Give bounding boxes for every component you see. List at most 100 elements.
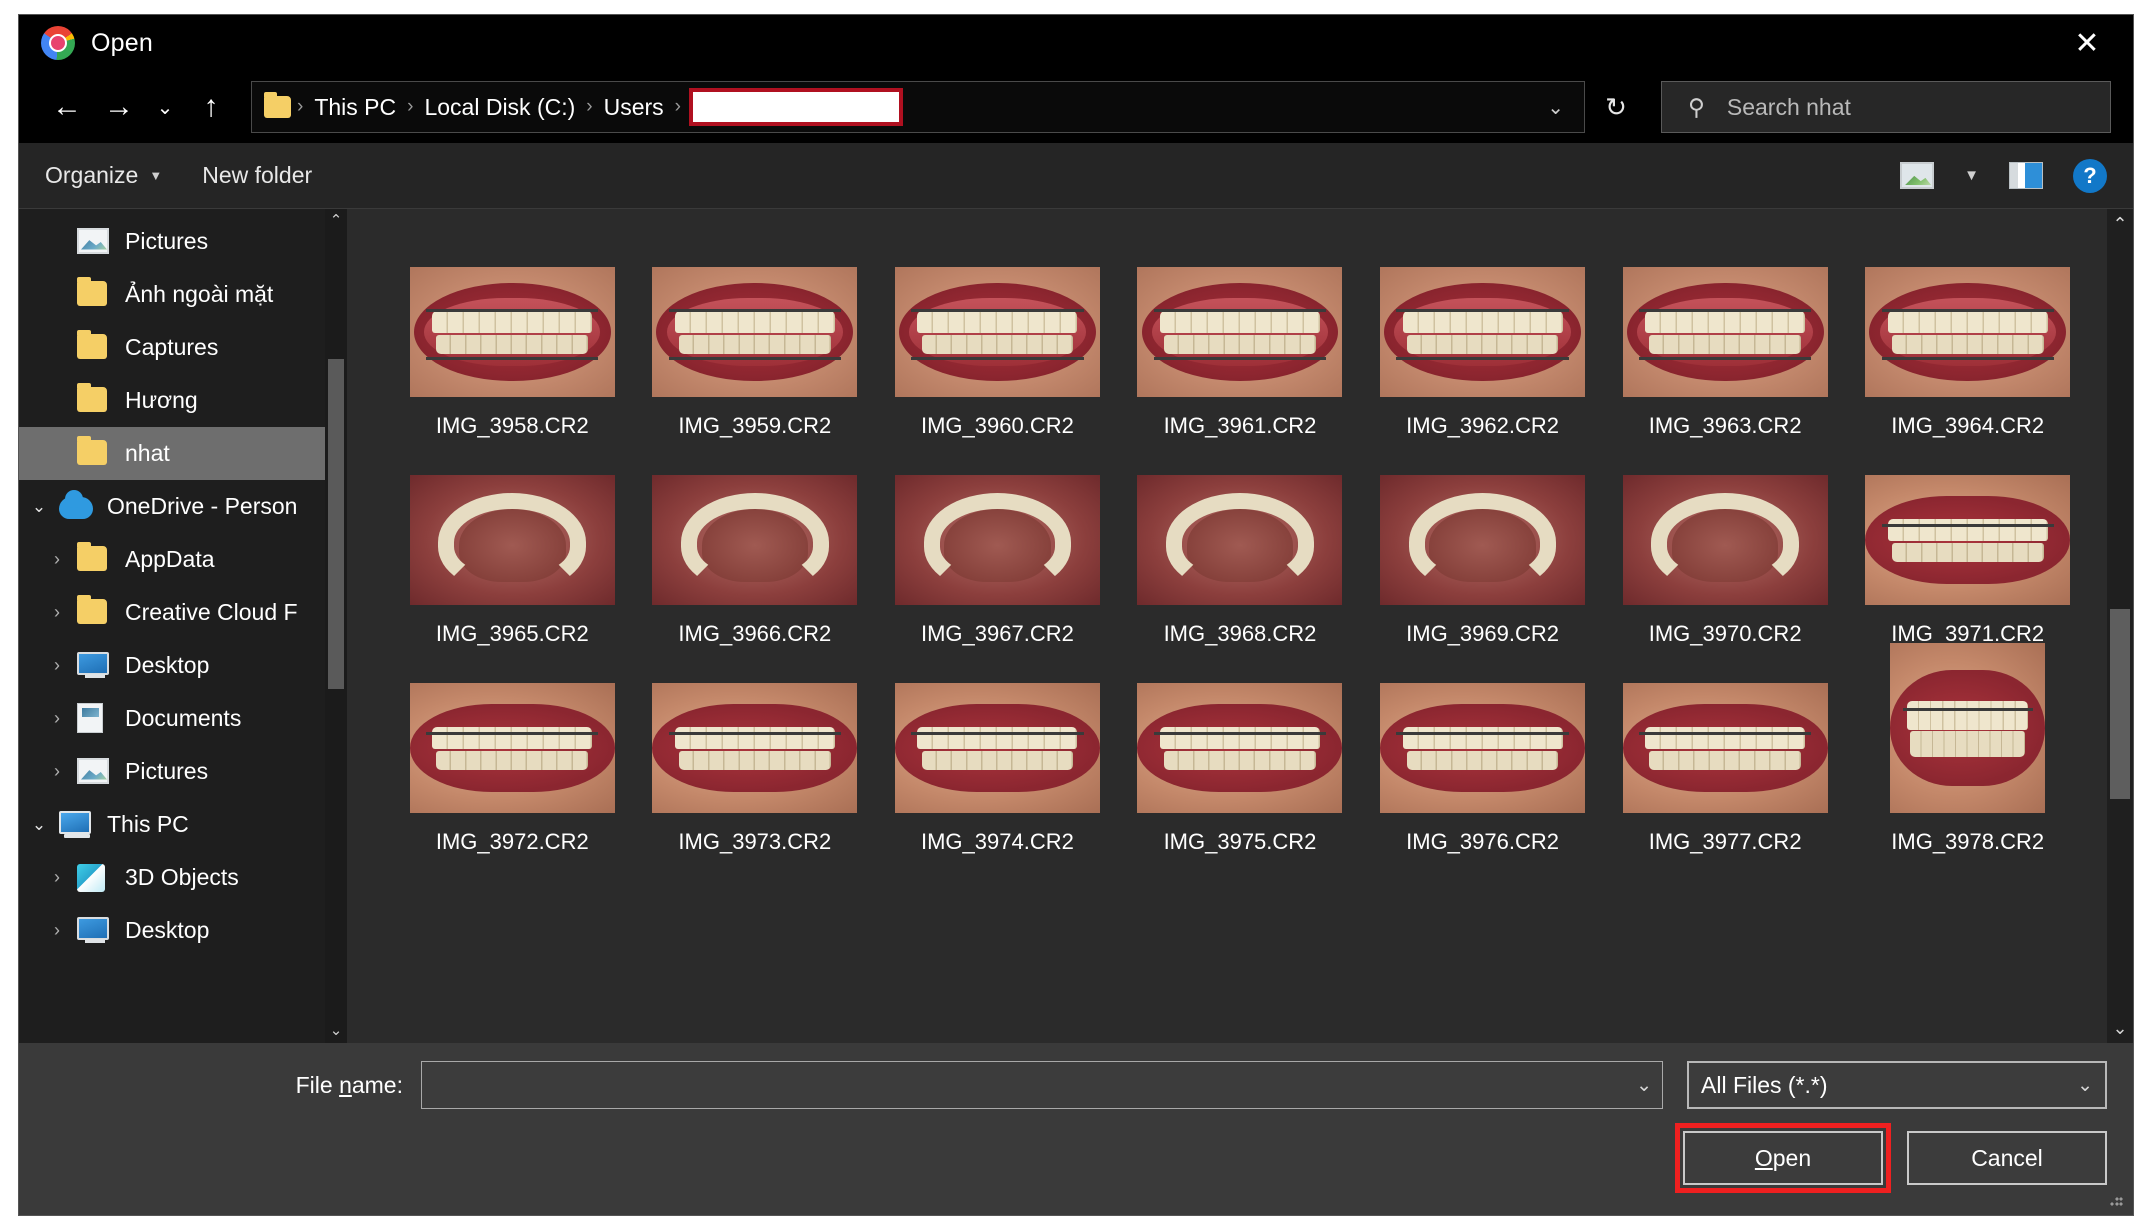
sidebar-item-pictures[interactable]: › Pictures: [19, 745, 347, 798]
forward-button[interactable]: →: [93, 81, 145, 133]
organize-button[interactable]: Organize ▼: [45, 162, 162, 189]
chevron-right-icon[interactable]: ›: [37, 761, 77, 782]
view-icon[interactable]: [1900, 162, 1935, 189]
file-thumbnail[interactable]: [1865, 267, 2071, 397]
chevron-right-icon[interactable]: ›: [37, 655, 77, 676]
chevron-right-icon[interactable]: ›: [37, 867, 77, 888]
chevron-right-icon[interactable]: ›: [37, 920, 77, 941]
sidebar-item-desktop[interactable]: › Desktop: [19, 639, 347, 692]
open-button[interactable]: Open: [1675, 1123, 1891, 1193]
sidebar-item-captures[interactable]: Captures: [19, 321, 347, 374]
cancel-button[interactable]: Cancel: [1907, 1131, 2107, 1185]
file-thumbnail[interactable]: [409, 475, 615, 605]
sidebar-item-this-pc[interactable]: ⌄ This PC: [19, 798, 347, 851]
scroll-down-icon[interactable]: ⌄: [2107, 1013, 2133, 1043]
help-button[interactable]: ?: [2073, 158, 2107, 193]
file-item[interactable]: IMG_3965.CR2: [391, 457, 634, 647]
preview-pane-icon[interactable]: [2009, 162, 2043, 189]
file-thumbnail[interactable]: [409, 683, 615, 813]
chevron-down-icon[interactable]: ⌄: [19, 497, 59, 517]
filename-input[interactable]: ⌄: [421, 1061, 1663, 1109]
file-item[interactable]: IMG_3966.CR2: [634, 457, 877, 647]
file-item[interactable]: IMG_3971.CR2: [1846, 457, 2089, 647]
breadcrumb-this-pc[interactable]: This PC: [305, 94, 405, 121]
breadcrumb-users[interactable]: Users: [595, 94, 673, 121]
sidebar-item-3d-objects[interactable]: › 3D Objects: [19, 851, 347, 904]
chevron-down-icon[interactable]: ▼: [1964, 167, 1979, 184]
back-button[interactable]: ←: [41, 81, 93, 133]
file-item[interactable]: IMG_3975.CR2: [1119, 665, 1362, 855]
chevron-right-icon[interactable]: ›: [37, 602, 77, 623]
file-thumbnail[interactable]: [1380, 267, 1586, 397]
file-thumbnail[interactable]: [1380, 475, 1586, 605]
file-item[interactable]: IMG_3978.CR2: [1846, 643, 2089, 855]
file-item[interactable]: IMG_3970.CR2: [1604, 457, 1847, 647]
address-bar[interactable]: › This PC › Local Disk (C:) › Users › ⌄: [251, 81, 1585, 133]
up-button[interactable]: ↑: [185, 81, 237, 133]
file-thumbnail[interactable]: [1622, 267, 1828, 397]
file-item[interactable]: IMG_3964.CR2: [1846, 249, 2089, 439]
file-item[interactable]: IMG_3959.CR2: [634, 249, 877, 439]
file-item[interactable]: IMG_3977.CR2: [1604, 665, 1847, 855]
thumb-layer: [1649, 334, 1801, 355]
sidebar-scrollbar[interactable]: ⌃ ⌄: [325, 209, 347, 1043]
file-item[interactable]: IMG_3967.CR2: [876, 457, 1119, 647]
file-thumbnail[interactable]: [1380, 683, 1586, 813]
file-thumbnail[interactable]: [409, 267, 615, 397]
sidebar-item-desktop[interactable]: › Desktop: [19, 904, 347, 957]
new-folder-button[interactable]: New folder: [202, 162, 312, 189]
file-list-scrollbar[interactable]: ⌃ ⌄: [2107, 209, 2133, 1043]
file-list-scroll-thumb[interactable]: [2110, 609, 2130, 799]
close-icon[interactable]: ✕: [2041, 15, 2133, 71]
file-item[interactable]: IMG_3973.CR2: [634, 665, 877, 855]
chevron-down-icon[interactable]: ⌄: [1636, 1074, 1652, 1097]
file-thumbnail[interactable]: [1890, 643, 2046, 813]
chevron-right-icon[interactable]: ›: [37, 549, 77, 570]
file-type-select[interactable]: All Files (*.*) ⌄: [1687, 1061, 2107, 1109]
chevron-down-icon[interactable]: ⌄: [19, 815, 59, 835]
file-thumbnail[interactable]: [1622, 683, 1828, 813]
scroll-up-icon[interactable]: ⌃: [325, 209, 347, 233]
file-thumbnail[interactable]: [1137, 267, 1343, 397]
scroll-down-icon[interactable]: ⌄: [325, 1019, 347, 1043]
file-item[interactable]: IMG_3969.CR2: [1361, 457, 1604, 647]
chevron-down-icon[interactable]: ⌄: [1531, 95, 1580, 120]
file-item[interactable]: IMG_3960.CR2: [876, 249, 1119, 439]
thumb-layer: [1639, 356, 1812, 360]
file-thumbnail[interactable]: [652, 267, 858, 397]
resize-grip-icon[interactable]: [2109, 1193, 2123, 1207]
sidebar-scroll-thumb[interactable]: [328, 359, 344, 689]
file-thumbnail[interactable]: [1865, 475, 2071, 605]
sidebar-item-onedrive-person[interactable]: ⌄ OneDrive - Person: [19, 480, 347, 533]
sidebar-item-documents[interactable]: › Documents: [19, 692, 347, 745]
file-item[interactable]: IMG_3963.CR2: [1604, 249, 1847, 439]
file-thumbnail[interactable]: [894, 475, 1100, 605]
file-thumbnail[interactable]: [1137, 475, 1343, 605]
file-thumbnail[interactable]: [1622, 475, 1828, 605]
file-thumbnail[interactable]: [1137, 683, 1343, 813]
sidebar-item-creative-cloud-f[interactable]: › Creative Cloud F: [19, 586, 347, 639]
file-thumbnail[interactable]: [652, 683, 858, 813]
refresh-button[interactable]: ↻: [1585, 81, 1647, 133]
sidebar-item-nhat[interactable]: nhat: [19, 427, 347, 480]
sidebar-item-h-ng[interactable]: Hương: [19, 374, 347, 427]
recent-locations-button[interactable]: ⌄: [145, 81, 185, 133]
file-thumbnail[interactable]: [652, 475, 858, 605]
file-item[interactable]: IMG_3962.CR2: [1361, 249, 1604, 439]
file-item[interactable]: IMG_3961.CR2: [1119, 249, 1362, 439]
scroll-up-icon[interactable]: ⌃: [2107, 209, 2133, 239]
sidebar-item-appdata[interactable]: › AppData: [19, 533, 347, 586]
breadcrumb-redacted-username[interactable]: [688, 88, 903, 126]
sidebar-item-nh-ngo-i-m-t[interactable]: Ảnh ngoài mặt: [19, 268, 347, 321]
file-item[interactable]: IMG_3972.CR2: [391, 665, 634, 855]
sidebar-item-pictures[interactable]: Pictures✐: [19, 215, 347, 268]
chevron-right-icon[interactable]: ›: [37, 708, 77, 729]
file-item[interactable]: IMG_3968.CR2: [1119, 457, 1362, 647]
file-item[interactable]: IMG_3974.CR2: [876, 665, 1119, 855]
file-item[interactable]: IMG_3958.CR2: [391, 249, 634, 439]
file-thumbnail[interactable]: [894, 267, 1100, 397]
file-thumbnail[interactable]: [894, 683, 1100, 813]
search-input[interactable]: ⚲ Search nhat: [1661, 81, 2111, 133]
file-item[interactable]: IMG_3976.CR2: [1361, 665, 1604, 855]
breadcrumb-local-disk[interactable]: Local Disk (C:): [415, 94, 584, 121]
